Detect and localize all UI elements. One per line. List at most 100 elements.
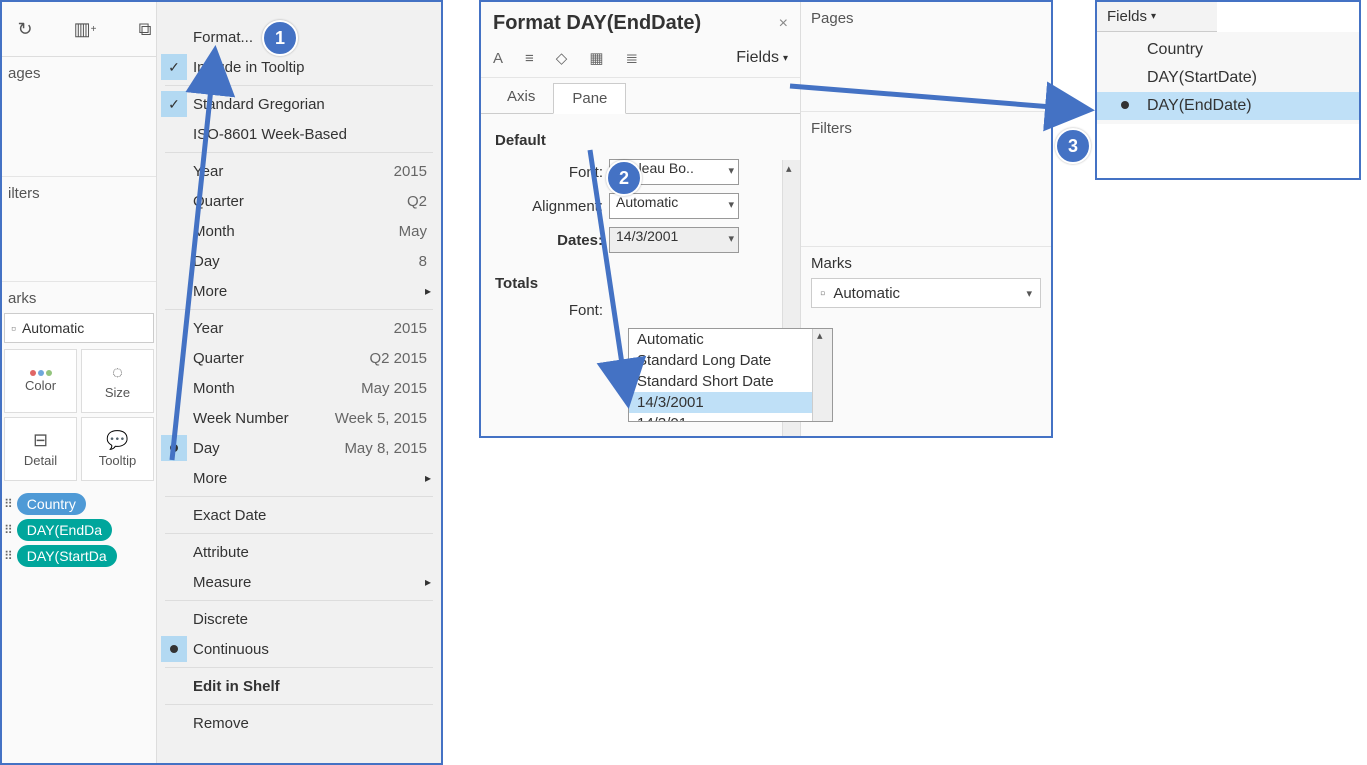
- detail-icon: ⊟: [33, 430, 48, 451]
- fields-dropdown-button[interactable]: Fields ▾: [736, 49, 788, 67]
- chart-plus-icon[interactable]: ▥+: [70, 14, 100, 44]
- fields-dropdown-header[interactable]: Fields ▾: [1097, 2, 1217, 32]
- borders-icon[interactable]: ▦: [589, 49, 603, 67]
- filters-shelf[interactable]: ilters: [2, 177, 156, 282]
- menu-month-label: Month: [193, 223, 235, 240]
- menu-measure[interactable]: Measure: [157, 567, 441, 597]
- lines-icon[interactable]: ≣: [626, 49, 639, 67]
- menu-edit-shelf[interactable]: Edit in Shelf: [157, 671, 441, 701]
- size-card[interactable]: ◌ Size: [81, 349, 154, 413]
- menu-continuous[interactable]: Continuous: [157, 634, 441, 664]
- marks-cards: Color ◌ Size ⊟ Detail 💬 Tooltip: [2, 349, 156, 485]
- pill-row-country[interactable]: ⠿ Country: [4, 493, 154, 515]
- dd-14-3-01[interactable]: 14/3/01: [629, 413, 832, 421]
- step-2-label: 2: [619, 168, 629, 189]
- menu-year[interactable]: Year 2015: [157, 156, 441, 186]
- bullet-icon: [161, 435, 187, 461]
- format-title: Format DAY(EndDate): [493, 12, 701, 35]
- dates-value: 14/3/2001: [616, 228, 678, 244]
- chevron-down-icon: ▾: [1151, 11, 1156, 22]
- menu-more-label: More: [193, 283, 227, 300]
- dd-automatic[interactable]: Automatic: [629, 329, 832, 350]
- marks-label: Marks: [811, 255, 852, 272]
- filters-shelf[interactable]: Filters: [801, 112, 1051, 247]
- pages-label: Pages: [811, 10, 854, 27]
- pill-row-enddate[interactable]: ⠿ DAY(EndDa: [4, 519, 154, 541]
- menu-weeknum[interactable]: Week Number Week 5, 2015: [157, 403, 441, 433]
- menu-year2-value: 2015: [394, 320, 427, 337]
- field-startdate[interactable]: DAY(StartDate): [1097, 64, 1359, 92]
- menu-day2[interactable]: Day May 8, 2015: [157, 433, 441, 463]
- menu-month2[interactable]: Month May 2015: [157, 373, 441, 403]
- refresh-icon[interactable]: ↻: [10, 14, 40, 44]
- menu-include-tooltip-label: Include in Tooltip: [193, 59, 304, 76]
- step-badge-3: 3: [1055, 128, 1091, 164]
- menu-std-gregorian[interactable]: ✓ Standard Gregorian: [157, 89, 441, 119]
- pill-enddate[interactable]: DAY(EndDa: [17, 519, 112, 541]
- field-enddate[interactable]: DAY(EndDate): [1097, 92, 1359, 120]
- menu-quarter2-label: Quarter: [193, 350, 244, 367]
- row-totals-font: Font:: [493, 302, 788, 319]
- pages-shelf[interactable]: ages: [2, 57, 156, 177]
- tooltip-icon: 💬: [106, 430, 128, 451]
- marks-type-select[interactable]: ▫ Automatic: [811, 278, 1041, 308]
- menu-month[interactable]: Month May: [157, 216, 441, 246]
- pages-shelf[interactable]: Pages: [801, 2, 1051, 112]
- format-tabs: Axis Pane: [481, 78, 800, 114]
- menu-more-2[interactable]: More: [157, 463, 441, 493]
- menu-year2[interactable]: Year 2015: [157, 313, 441, 343]
- menu-quarter[interactable]: Quarter Q2: [157, 186, 441, 216]
- detail-icon: ⠿: [4, 549, 11, 563]
- dates-select[interactable]: 14/3/2001: [609, 227, 739, 253]
- tab-pane[interactable]: Pane: [553, 83, 626, 114]
- field-country[interactable]: Country: [1097, 36, 1359, 64]
- marks-type-select[interactable]: ▫ Automatic: [4, 313, 154, 343]
- color-card[interactable]: Color: [4, 349, 77, 413]
- detail-card[interactable]: ⊟ Detail: [4, 417, 77, 481]
- menu-remove[interactable]: Remove: [157, 708, 441, 738]
- detail-icon: ⠿: [4, 523, 11, 537]
- format-body: Default Font: Tableau Bo.. Alignment: Au…: [481, 114, 800, 337]
- alignment-select[interactable]: Automatic: [609, 193, 739, 219]
- font-label: Font:: [493, 164, 603, 181]
- menu-measure-label: Measure: [193, 574, 251, 591]
- check-icon: ✓: [161, 54, 187, 80]
- menu-quarter2[interactable]: Quarter Q2 2015: [157, 343, 441, 373]
- menu-discrete[interactable]: Discrete: [157, 604, 441, 634]
- dd-14-3-2001[interactable]: 14/3/2001: [629, 392, 832, 413]
- menu-day[interactable]: Day 8: [157, 246, 441, 276]
- bullet-icon: [1121, 101, 1129, 109]
- menu-attribute[interactable]: Attribute: [157, 537, 441, 567]
- alignment-value: Automatic: [616, 194, 678, 210]
- menu-format[interactable]: Format...: [157, 22, 441, 52]
- alignment-label: Alignment:: [493, 198, 603, 215]
- menu-separator: [165, 309, 433, 310]
- menu-weeknum-value: Week 5, 2015: [335, 410, 427, 427]
- align-icon[interactable]: ≡: [525, 50, 534, 67]
- menu-format-label: Format...: [193, 29, 253, 46]
- font-icon[interactable]: A: [493, 50, 503, 67]
- tab-pane-label: Pane: [572, 90, 607, 107]
- close-icon[interactable]: ×: [779, 15, 788, 33]
- dd-standard-long[interactable]: Standard Long Date: [629, 350, 832, 371]
- menu-more-1[interactable]: More: [157, 276, 441, 306]
- menu-iso8601[interactable]: ISO-8601 Week-Based: [157, 119, 441, 149]
- filters-label: Filters: [811, 120, 852, 137]
- pill-startdate[interactable]: DAY(StartDa: [17, 545, 117, 567]
- dropdown-scrollbar[interactable]: [812, 329, 832, 421]
- menu-day2-label: Day: [193, 440, 220, 457]
- marks-shelf: arks: [2, 282, 156, 309]
- pill-country[interactable]: Country: [17, 493, 86, 515]
- row-alignment: Alignment: Automatic: [493, 193, 788, 219]
- step-3-label: 3: [1068, 136, 1078, 157]
- shading-icon[interactable]: ◇: [556, 49, 568, 67]
- menu-exact-date[interactable]: Exact Date: [157, 500, 441, 530]
- tab-axis[interactable]: Axis: [489, 82, 553, 113]
- square-icon: ▫: [820, 285, 825, 302]
- menu-include-tooltip[interactable]: ✓ Include in Tooltip: [157, 52, 441, 82]
- pill-row-startdate[interactable]: ⠿ DAY(StartDa: [4, 545, 154, 567]
- size-card-label: Size: [105, 385, 130, 400]
- scroll-up-icon[interactable]: ▴: [786, 162, 792, 175]
- dd-standard-short[interactable]: Standard Short Date: [629, 371, 832, 392]
- tooltip-card[interactable]: 💬 Tooltip: [81, 417, 154, 481]
